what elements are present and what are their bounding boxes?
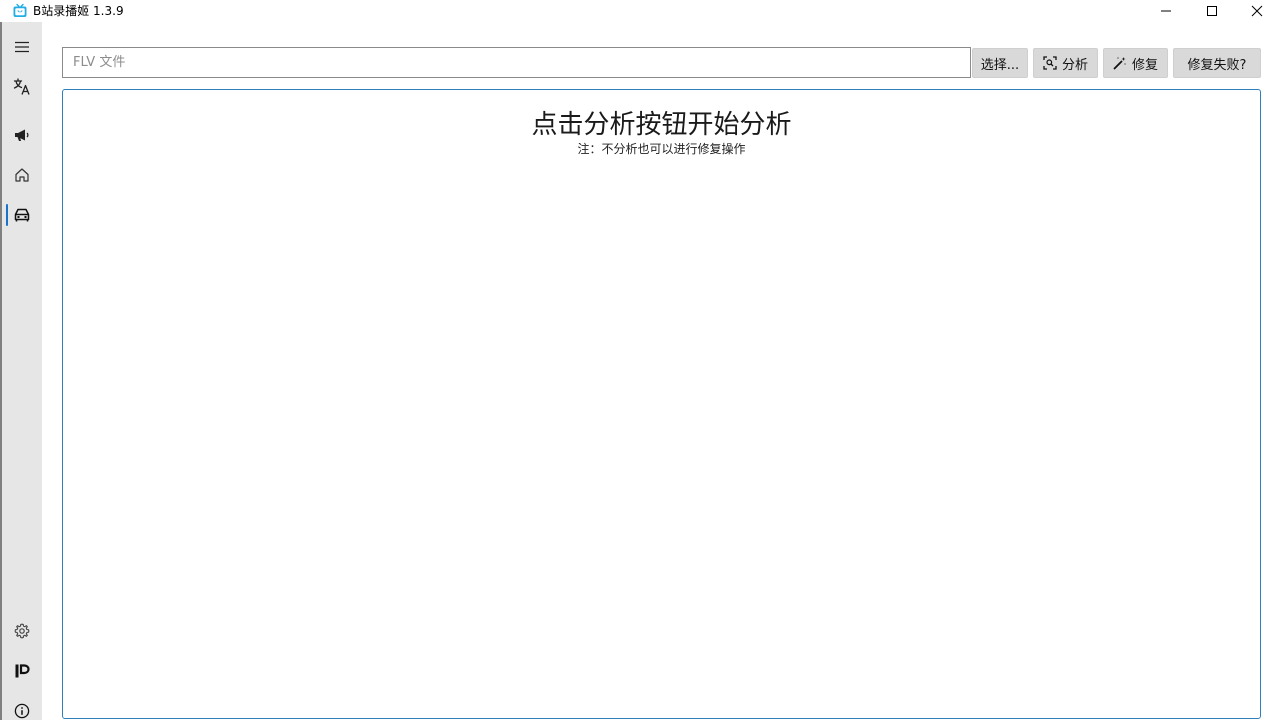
home-icon bbox=[14, 167, 30, 183]
sidebar-item-patreon[interactable] bbox=[2, 655, 42, 687]
analyze-button-label: 分析 bbox=[1061, 57, 1088, 73]
scan-icon bbox=[1043, 56, 1057, 70]
sidebar-item-home[interactable] bbox=[2, 159, 42, 191]
sidebar-item-about[interactable] bbox=[2, 695, 42, 727]
gear-icon bbox=[14, 623, 30, 639]
repair-failed-button[interactable]: 修复失败? bbox=[1173, 48, 1261, 78]
select-file-button[interactable]: 选择... bbox=[972, 48, 1028, 78]
toolbox-icon bbox=[13, 206, 31, 224]
analyze-button[interactable]: 分析 bbox=[1033, 48, 1098, 78]
analysis-prompt-heading: 点击分析按钮开始分析 bbox=[531, 110, 792, 140]
repair-failed-button-label: 修复失败? bbox=[1187, 57, 1247, 73]
megaphone-icon bbox=[13, 126, 31, 144]
minimize-icon bbox=[1160, 5, 1172, 17]
title-bar: B站录播姬 1.3.9 bbox=[0, 0, 1280, 22]
sidebar-item-settings[interactable] bbox=[2, 615, 42, 647]
close-button[interactable] bbox=[1234, 0, 1280, 22]
bilibili-tv-icon bbox=[12, 3, 28, 19]
flv-file-input[interactable] bbox=[62, 47, 971, 78]
analysis-panel bbox=[62, 89, 1261, 719]
repair-button[interactable]: 修复 bbox=[1103, 48, 1168, 78]
patreon-icon bbox=[14, 663, 30, 679]
sidebar-item-language[interactable] bbox=[2, 71, 42, 103]
sidebar-item-menu[interactable] bbox=[2, 31, 42, 63]
repair-button-label: 修复 bbox=[1131, 57, 1158, 73]
menu-icon bbox=[14, 39, 30, 55]
window-title: B站录播姬 1.3.9 bbox=[33, 4, 124, 18]
maximize-button[interactable] bbox=[1189, 0, 1235, 22]
minimize-button[interactable] bbox=[1143, 0, 1189, 22]
magic-wand-icon bbox=[1113, 56, 1127, 70]
analysis-note: 注：不分析也可以进行修复操作 bbox=[577, 142, 746, 156]
translate-icon bbox=[13, 78, 31, 96]
maximize-icon bbox=[1206, 5, 1218, 17]
info-icon bbox=[14, 703, 30, 719]
select-button-label: 选择... bbox=[980, 57, 1020, 73]
close-icon bbox=[1251, 5, 1263, 17]
sidebar-item-toolbox[interactable] bbox=[2, 199, 42, 231]
sidebar-item-announcement[interactable] bbox=[2, 119, 42, 151]
